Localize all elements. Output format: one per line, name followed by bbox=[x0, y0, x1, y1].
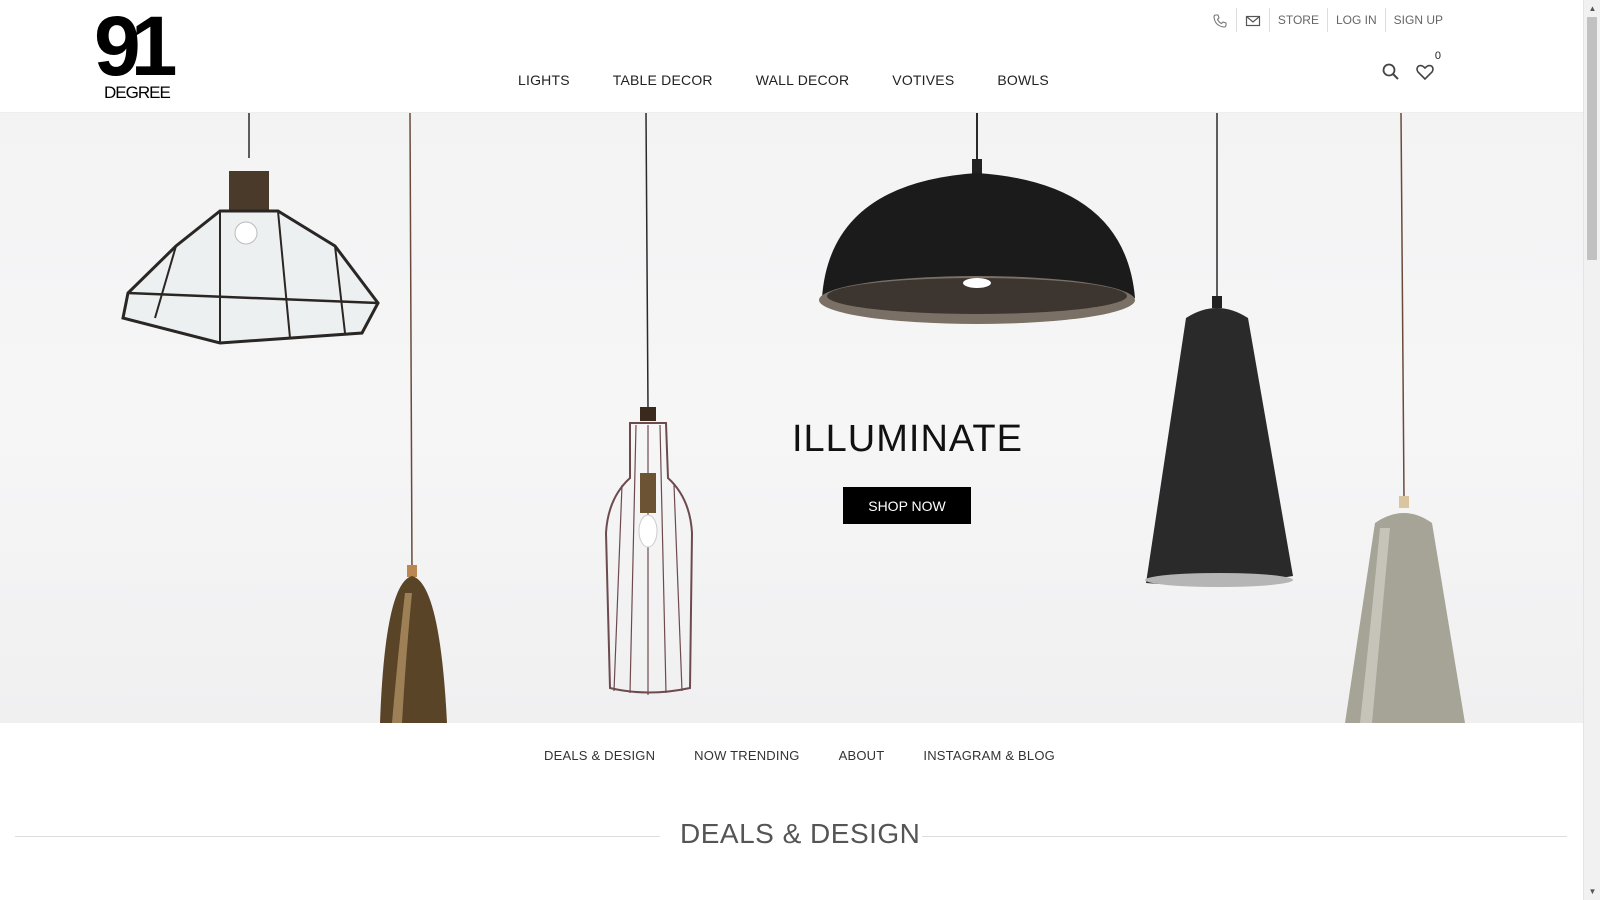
nav-item-votives[interactable]: VOTIVES bbox=[892, 72, 954, 88]
geometric-pendant bbox=[121, 171, 380, 345]
hero-banner: ILLUMINATE SHOP NOW bbox=[0, 113, 1583, 723]
sec-nav-deals-design[interactable]: DEALS & DESIGN bbox=[544, 748, 655, 763]
scroll-up-arrow[interactable]: ▲ bbox=[1584, 0, 1600, 17]
search-icon bbox=[1382, 63, 1399, 80]
site-header: 91 DEGREE STORE LOG IN SIGN UP LIGHTS TA… bbox=[0, 0, 1583, 113]
logo-number: 91 bbox=[94, 0, 177, 93]
sec-nav-about[interactable]: ABOUT bbox=[839, 748, 885, 763]
brand-logo[interactable]: 91 DEGREE bbox=[94, 4, 177, 102]
sec-nav-instagram-blog[interactable]: INSTAGRAM & BLOG bbox=[923, 748, 1055, 763]
brass-bell-pendant bbox=[380, 565, 447, 723]
divider-right bbox=[922, 836, 1567, 837]
store-link[interactable]: STORE bbox=[1268, 8, 1327, 32]
scroll-thumb[interactable] bbox=[1587, 17, 1597, 260]
heart-icon bbox=[1416, 64, 1434, 81]
search-button[interactable] bbox=[1381, 62, 1401, 82]
nav-item-lights[interactable]: LIGHTS bbox=[518, 72, 570, 88]
phone-icon bbox=[1213, 14, 1227, 28]
wishlist-count: 0 bbox=[1434, 50, 1441, 62]
logo-word: DEGREE bbox=[104, 83, 171, 102]
nav-item-wall-decor[interactable]: WALL DECOR bbox=[756, 72, 850, 88]
top-utility-links: STORE LOG IN SIGN UP bbox=[1204, 8, 1451, 32]
shop-now-button[interactable]: SHOP NOW bbox=[843, 487, 971, 524]
phone-link[interactable] bbox=[1204, 8, 1236, 32]
mail-icon bbox=[1245, 15, 1260, 26]
grey-cone-pendant bbox=[1345, 496, 1465, 723]
scroll-down-arrow[interactable]: ▼ bbox=[1584, 883, 1600, 900]
login-link[interactable]: LOG IN bbox=[1326, 8, 1385, 32]
wishlist-button[interactable]: 0 bbox=[1415, 50, 1441, 82]
email-link[interactable] bbox=[1235, 8, 1269, 32]
section-header: DEALS & DESIGN bbox=[15, 818, 1567, 854]
secondary-nav: DEALS & DESIGN NOW TRENDING ABOUT INSTAG… bbox=[544, 748, 1094, 763]
divider-left bbox=[15, 836, 660, 837]
nav-item-table-decor[interactable]: TABLE DECOR bbox=[613, 72, 713, 88]
nav-item-bowls[interactable]: BOWLS bbox=[997, 72, 1049, 88]
header-actions: 0 bbox=[1367, 50, 1441, 82]
section-title: DEALS & DESIGN bbox=[680, 818, 921, 849]
hero-title: ILLUMINATE bbox=[791, 418, 1023, 460]
sec-nav-now-trending[interactable]: NOW TRENDING bbox=[694, 748, 799, 763]
main-nav: LIGHTS TABLE DECOR WALL DECOR VOTIVES BO… bbox=[518, 72, 1092, 88]
signup-link[interactable]: SIGN UP bbox=[1384, 8, 1451, 32]
black-dome-pendant bbox=[819, 159, 1135, 324]
page-scrollbar[interactable]: ▲ ▼ bbox=[1583, 0, 1600, 900]
